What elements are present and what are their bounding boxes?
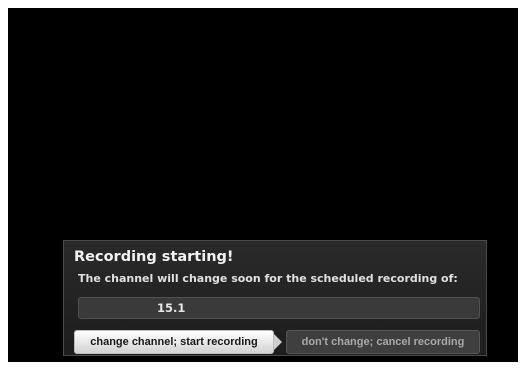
right-arrow-icon	[274, 334, 282, 350]
dialog-message: The channel will change soon for the sch…	[78, 272, 458, 285]
change-channel-button[interactable]: change channel; start recording	[74, 330, 274, 354]
dialog-title: Recording starting!	[74, 249, 234, 265]
channel-field: 15.1	[78, 297, 480, 319]
cancel-recording-button[interactable]: don't change; cancel recording	[286, 330, 480, 354]
channel-value: 15.1	[157, 301, 186, 315]
recording-dialog: Recording starting! The channel will cha…	[63, 240, 487, 356]
tv-screen: Recording starting! The channel will cha…	[8, 8, 518, 362]
